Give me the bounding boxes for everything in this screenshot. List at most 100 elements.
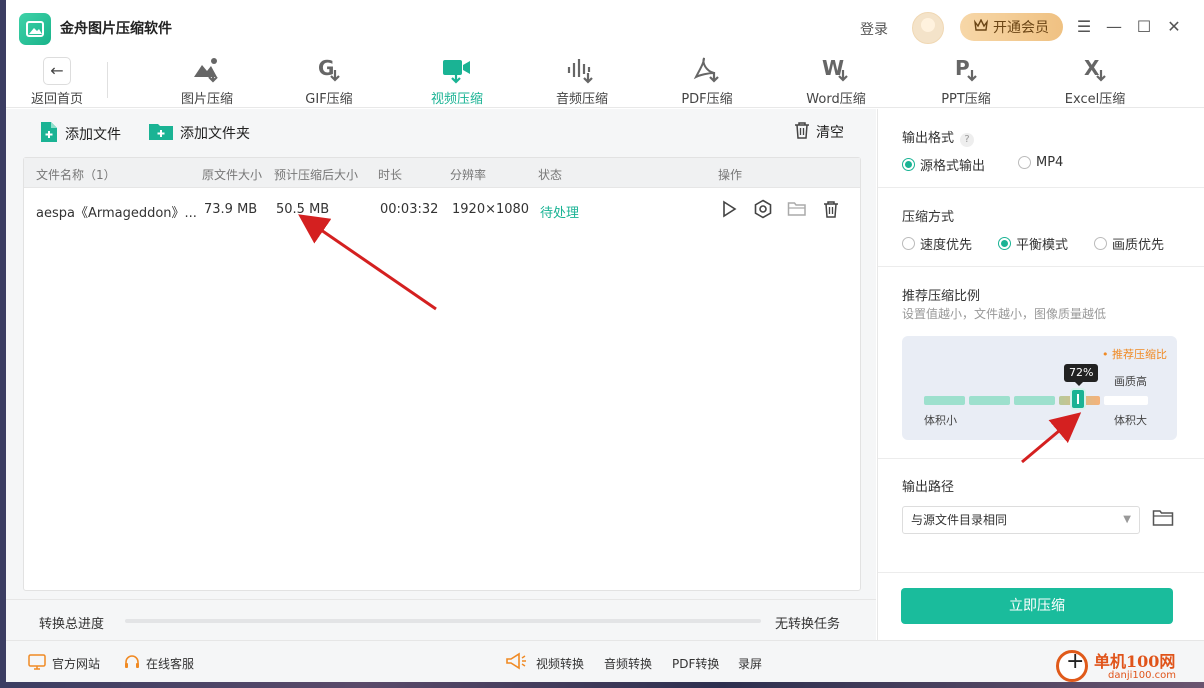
column-header: 分辨率 <box>450 168 487 182</box>
avatar[interactable] <box>912 12 944 44</box>
browse-folder-icon[interactable] <box>1152 509 1174 531</box>
app-window: 金舟图片压缩软件 登录 开通会员 ☰ — ☐ ✕ ← 返回首页 图片压缩 G G… <box>6 0 1204 682</box>
radio-label: 源格式输出 <box>920 159 986 174</box>
category-tabs: ← 返回首页 图片压缩 G GIF压缩 视频压缩 音频压缩 PDF压缩 W Wo… <box>6 54 1204 108</box>
size-small-label: 体积小 <box>924 414 957 427</box>
tab-ppt-compress[interactable]: P PPT压缩 <box>916 54 1016 108</box>
screen-record-link[interactable]: 录屏 <box>738 655 762 672</box>
back-home-button[interactable]: ← 返回首页 <box>28 57 86 107</box>
tab-label: PDF压缩 <box>681 92 733 107</box>
tab-image-compress[interactable]: 图片压缩 <box>157 54 257 108</box>
ratio-title: 推荐压缩比例 <box>902 289 981 304</box>
file-name: aespa《Armageddon》... <box>36 206 197 221</box>
radio-speed-first[interactable]: 速度优先 <box>902 234 972 253</box>
radio-button <box>902 237 915 250</box>
tab-label: 视频压缩 <box>430 92 483 107</box>
online-service-link[interactable]: 在线客服 <box>124 654 194 673</box>
table-row[interactable]: aespa《Armageddon》... 73.9 MB 50.5 MB 00:… <box>24 188 860 230</box>
slider-segment <box>1014 396 1055 405</box>
duration: 00:03:32 <box>380 202 439 217</box>
tab-gif-compress[interactable]: G GIF压缩 <box>279 54 379 108</box>
radio-balanced[interactable]: 平衡模式 <box>998 234 1068 253</box>
official-website-link[interactable]: 官方网站 <box>28 654 100 673</box>
progress-track <box>125 619 761 623</box>
column-header: 状态 <box>538 168 563 182</box>
slider-segment <box>924 396 965 405</box>
excel-compress-icon: X <box>1078 54 1112 86</box>
headset-icon <box>124 654 140 673</box>
word-compress-icon: W <box>819 54 853 86</box>
online-service-label: 在线客服 <box>146 657 195 671</box>
recommend-label: • 推荐压缩比 <box>1102 348 1167 361</box>
slider-segment <box>1104 396 1148 405</box>
login-link[interactable]: 登录 <box>860 19 888 39</box>
clear-button[interactable]: 清空 <box>794 121 844 143</box>
watermark-logo-icon <box>1056 649 1088 682</box>
help-icon[interactable]: ? <box>960 133 975 147</box>
trash-icon <box>794 121 810 143</box>
official-website-label: 官方网站 <box>52 657 101 671</box>
radio-label: 平衡模式 <box>1016 238 1069 253</box>
tab-word-compress[interactable]: W Word压缩 <box>786 54 886 108</box>
column-header: 时长 <box>378 168 403 182</box>
megaphone-icon <box>505 652 527 674</box>
crown-icon <box>973 18 989 35</box>
radio-source-format[interactable]: 源格式输出 <box>902 155 985 174</box>
tab-label: PPT压缩 <box>941 92 991 107</box>
minimize-icon[interactable]: — <box>1104 17 1124 37</box>
arrow-left-icon: ← <box>43 57 71 85</box>
tab-label: Excel压缩 <box>1064 92 1126 107</box>
add-file-button[interactable]: 添加文件 <box>39 121 121 147</box>
original-size: 73.9 MB <box>204 202 258 217</box>
tab-label: 音频压缩 <box>555 92 608 107</box>
gif-compress-icon: G <box>312 54 346 86</box>
radio-button <box>1018 156 1031 169</box>
svg-text:P: P <box>955 56 970 80</box>
output-path-value: 与源文件目录相同 <box>911 513 1008 527</box>
radio-button <box>902 158 915 171</box>
output-path-select[interactable]: 与源文件目录相同 ▼ <box>902 506 1140 534</box>
audio-convert-link[interactable]: 音频转换 <box>604 655 652 672</box>
quality-high-label: 画质高 <box>1114 375 1147 388</box>
video-convert-link[interactable]: 视频转换 <box>536 655 584 672</box>
compress-mode-section: 压缩方式 速度优先 平衡模式 画质优先 <box>878 188 1204 267</box>
monitor-icon <box>28 654 46 673</box>
radio-quality-first[interactable]: 画质优先 <box>1094 234 1164 253</box>
progress-status: 无转换任务 <box>775 617 841 632</box>
progress-label: 转换总进度 <box>39 617 105 632</box>
status-text: 待处理 <box>540 206 580 221</box>
file-list-panel: 添加文件 添加文件夹 清空 文件名称（1） 原文件大小 预计压缩后大小 时长 分… <box>6 109 876 640</box>
pdf-convert-link[interactable]: PDF转换 <box>672 655 719 672</box>
ppt-compress-icon: P <box>949 54 983 86</box>
radio-mp4[interactable]: MP4 <box>1018 155 1063 170</box>
vip-label: 开通会员 <box>993 20 1049 36</box>
ratio-slider-thumb[interactable] <box>1070 388 1086 410</box>
radio-label: MP4 <box>1036 155 1064 170</box>
folder-open-icon[interactable] <box>787 199 807 219</box>
column-header: 文件名称（1） <box>36 168 116 182</box>
slider-segment <box>969 396 1010 405</box>
close-icon[interactable]: ✕ <box>1164 17 1184 37</box>
tab-audio-compress[interactable]: 音频压缩 <box>532 54 632 108</box>
play-icon[interactable] <box>719 199 739 219</box>
vip-button[interactable]: 开通会员 <box>960 13 1063 41</box>
site-watermark: 单机100网 danji100.com <box>1050 646 1204 688</box>
tab-excel-compress[interactable]: X Excel压缩 <box>1045 54 1145 108</box>
delete-icon[interactable] <box>821 199 841 219</box>
maximize-icon[interactable]: ☐ <box>1134 17 1154 37</box>
tab-pdf-compress[interactable]: PDF压缩 <box>657 54 757 108</box>
radio-label: 画质优先 <box>1112 238 1165 253</box>
add-folder-button[interactable]: 添加文件夹 <box>148 121 250 145</box>
tab-label: Word压缩 <box>806 92 866 107</box>
table-header: 文件名称（1） 原文件大小 预计压缩后大小 时长 分辨率 状态 操作 <box>24 158 860 188</box>
back-home-label: 返回首页 <box>30 92 83 107</box>
tab-video-compress[interactable]: 视频压缩 <box>407 54 507 108</box>
slider-value-tooltip: 72% <box>1064 364 1099 386</box>
compress-now-button[interactable]: 立即压缩 <box>901 588 1173 624</box>
settings-icon[interactable] <box>753 199 773 219</box>
menu-icon[interactable]: ☰ <box>1074 17 1094 37</box>
output-format-title: 输出格式? <box>902 127 975 147</box>
watermark-text: 单机100网 <box>1094 652 1176 671</box>
compress-mode-title: 压缩方式 <box>902 210 955 225</box>
tab-label: 图片压缩 <box>180 92 233 107</box>
